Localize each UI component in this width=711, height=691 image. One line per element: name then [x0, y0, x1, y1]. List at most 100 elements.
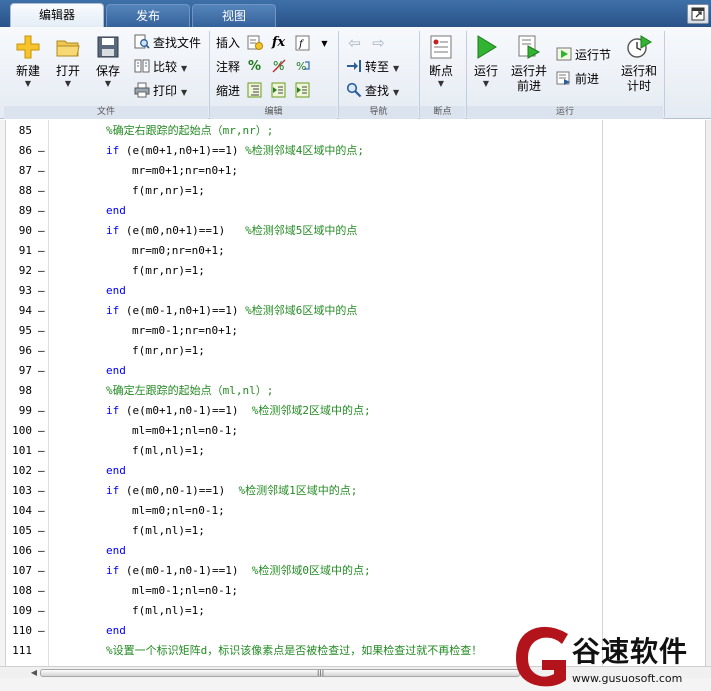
breakpoint-marker-icon[interactable]: – — [38, 221, 48, 241]
code-line[interactable]: 98 %确定左跟踪的起始点（ml,nl）; — [0, 381, 700, 401]
code-line[interactable]: 86– if (e(m0+1,n0+1)==1) %检测邻域4区域中的点; — [0, 141, 700, 161]
uncomment-icon[interactable]: % — [270, 58, 287, 75]
code-line[interactable]: 104– ml=m0;nl=n0-1; — [0, 501, 700, 521]
breakpoint-marker-icon[interactable]: – — [38, 441, 48, 461]
code-text: if (e(m0+1,n0+1)==1) %检测邻域4区域中的点; — [106, 141, 364, 161]
code-line[interactable]: 99– if (e(m0+1,n0-1)==1) %检测邻域2区域中的点; — [0, 401, 700, 421]
scrollbar-thumb[interactable]: III — [40, 669, 520, 678]
code-line[interactable]: 109– f(ml,nl)=1; — [0, 601, 700, 621]
breakpoint-marker-icon[interactable]: – — [38, 621, 48, 641]
tab-view[interactable]: 视图 — [192, 4, 276, 27]
find-files-button[interactable]: 查找文件 — [134, 33, 201, 53]
breakpoint-marker-icon[interactable]: – — [38, 241, 48, 261]
code-line[interactable]: 102– end — [0, 461, 700, 481]
code-line[interactable]: 97– end — [0, 361, 700, 381]
breakpoint-marker-icon[interactable]: – — [38, 281, 48, 301]
breakpoint-marker-icon[interactable]: – — [38, 141, 48, 161]
new-button[interactable]: 新建 ▼ — [8, 34, 48, 89]
insert-section-icon[interactable] — [246, 35, 263, 52]
indent-button[interactable]: 缩进 — [216, 81, 240, 101]
insert-button[interactable]: 插入 — [216, 33, 240, 53]
code-line[interactable]: 100– ml=m0+1;nl=n0-1; — [0, 421, 700, 441]
tab-publish[interactable]: 发布 — [106, 4, 190, 27]
compare-button[interactable]: 比较 ▼ — [134, 57, 187, 77]
code-line[interactable]: 90– if (e(m0,n0+1)==1) %检测邻域5区域中的点 — [0, 221, 700, 241]
breakpoints-button[interactable]: 断点 ▼ — [421, 34, 461, 89]
tab-editor[interactable]: 编辑器 — [10, 3, 104, 28]
code-line[interactable]: 107– if (e(m0-1,n0-1)==1) %检测邻域0区域中的点; — [0, 561, 700, 581]
code-token: mr=m0-1;nr=n0+1; — [132, 324, 238, 337]
breakpoint-marker-icon[interactable]: – — [38, 601, 48, 621]
run-and-advance-button[interactable]: 运行并 前进 — [508, 34, 550, 94]
code-text: f(ml,nl)=1; — [132, 441, 205, 461]
insert-function-file-icon[interactable]: f — [294, 35, 311, 52]
chevron-down-icon[interactable]: ▼ — [316, 35, 333, 52]
breakpoint-marker-icon[interactable]: – — [38, 261, 48, 281]
insert-function-button[interactable]: fx — [270, 34, 287, 51]
code-token: (e(m0,n0+1)==1) — [119, 224, 246, 237]
message-bar[interactable] — [705, 120, 711, 666]
code-line[interactable]: 94– if (e(m0-1,n0+1)==1) %检测邻域6区域中的点 — [0, 301, 700, 321]
goto-button[interactable]: 转至 ▼ — [346, 57, 399, 77]
code-line[interactable]: 101– f(ml,nl)=1; — [0, 441, 700, 461]
undock-button[interactable] — [687, 4, 709, 24]
save-button[interactable]: 保存 ▼ — [88, 34, 128, 89]
smart-indent-icon[interactable] — [246, 82, 263, 99]
find-button[interactable]: 查找 ▼ — [346, 81, 399, 101]
code-text: mr=m0-1;nr=n0+1; — [132, 321, 238, 341]
code-editor[interactable]: 85 %确定右跟踪的起始点（mr,nr）; 86– if (e(m0+1,n0+1)=… — [0, 120, 711, 666]
breakpoint-marker-icon[interactable]: – — [38, 321, 48, 341]
breakpoint-marker-icon[interactable]: – — [38, 501, 48, 521]
breakpoint-marker-icon[interactable]: – — [38, 561, 48, 581]
run-section-button[interactable]: 运行节 — [556, 45, 611, 65]
code-token: f(mr,nr)=1; — [132, 264, 205, 277]
comment-button[interactable]: 注释 — [216, 57, 240, 77]
code-line[interactable]: 88– f(mr,nr)=1; — [0, 181, 700, 201]
breakpoint-marker-icon[interactable]: – — [38, 461, 48, 481]
breakpoint-marker-icon[interactable]: – — [38, 421, 48, 441]
comment-percent-icon[interactable]: % — [246, 58, 263, 75]
undock-icon — [691, 7, 705, 21]
edit-section-label: 编辑 — [264, 107, 283, 117]
forward-arrow-icon[interactable]: ⇨ — [370, 35, 387, 52]
breakpoint-marker-icon[interactable]: – — [38, 521, 48, 541]
breakpoint-marker-icon[interactable]: – — [38, 181, 48, 201]
run-and-time-button[interactable]: 运行和 计时 — [618, 34, 660, 94]
breakpoint-marker-icon[interactable]: – — [38, 341, 48, 361]
advance-button[interactable]: 前进 — [556, 69, 599, 89]
breakpoint-marker-icon[interactable]: – — [38, 361, 48, 381]
code-line[interactable]: 103– if (e(m0,n0-1)==1) %检测邻域1区域中的点; — [0, 481, 700, 501]
chevron-down-icon: ▼ — [24, 79, 32, 88]
print-button[interactable]: 打印 ▼ — [134, 81, 187, 101]
code-line[interactable]: 96– f(mr,nr)=1; — [0, 341, 700, 361]
code-line[interactable]: 92– f(mr,nr)=1; — [0, 261, 700, 281]
code-token: mr=m0+1;nr=n0+1; — [132, 164, 238, 177]
code-line[interactable]: 108– ml=m0-1;nl=n0-1; — [0, 581, 700, 601]
code-line[interactable]: 95– mr=m0-1;nr=n0+1; — [0, 321, 700, 341]
increase-indent-icon[interactable] — [294, 82, 311, 99]
code-line[interactable]: 106– end — [0, 541, 700, 561]
code-line[interactable]: 87– mr=m0+1;nr=n0+1; — [0, 161, 700, 181]
code-text: mr=m0+1;nr=n0+1; — [132, 161, 238, 181]
code-text: end — [106, 281, 126, 301]
breakpoint-marker-icon[interactable]: – — [38, 541, 48, 561]
breakpoint-marker-icon[interactable]: – — [38, 581, 48, 601]
code-line[interactable]: 85 %确定右跟踪的起始点（mr,nr）; — [0, 121, 700, 141]
chevron-down-icon: ▼ — [64, 79, 72, 88]
open-button[interactable]: 打开 ▼ — [48, 34, 88, 89]
decrease-indent-icon[interactable] — [270, 82, 287, 99]
code-line[interactable]: 105– f(ml,nl)=1; — [0, 521, 700, 541]
code-line[interactable]: 91– mr=m0;nr=n0+1; — [0, 241, 700, 261]
breakpoint-marker-icon[interactable]: – — [38, 201, 48, 221]
code-line[interactable]: 89– end — [0, 201, 700, 221]
code-text: if (e(m0-1,n0+1)==1) %检测邻域6区域中的点 — [106, 301, 357, 321]
code-line[interactable]: 93– end — [0, 281, 700, 301]
code-keyword: end — [106, 464, 126, 477]
breakpoint-marker-icon[interactable]: – — [38, 301, 48, 321]
breakpoint-marker-icon[interactable]: – — [38, 161, 48, 181]
back-arrow-icon[interactable]: ⇦ — [346, 35, 363, 52]
run-button[interactable]: 运行 ▼ — [466, 34, 506, 89]
breakpoint-marker-icon[interactable]: – — [38, 401, 48, 421]
wrap-comments-icon[interactable]: % — [294, 58, 311, 75]
breakpoint-marker-icon[interactable]: – — [38, 481, 48, 501]
